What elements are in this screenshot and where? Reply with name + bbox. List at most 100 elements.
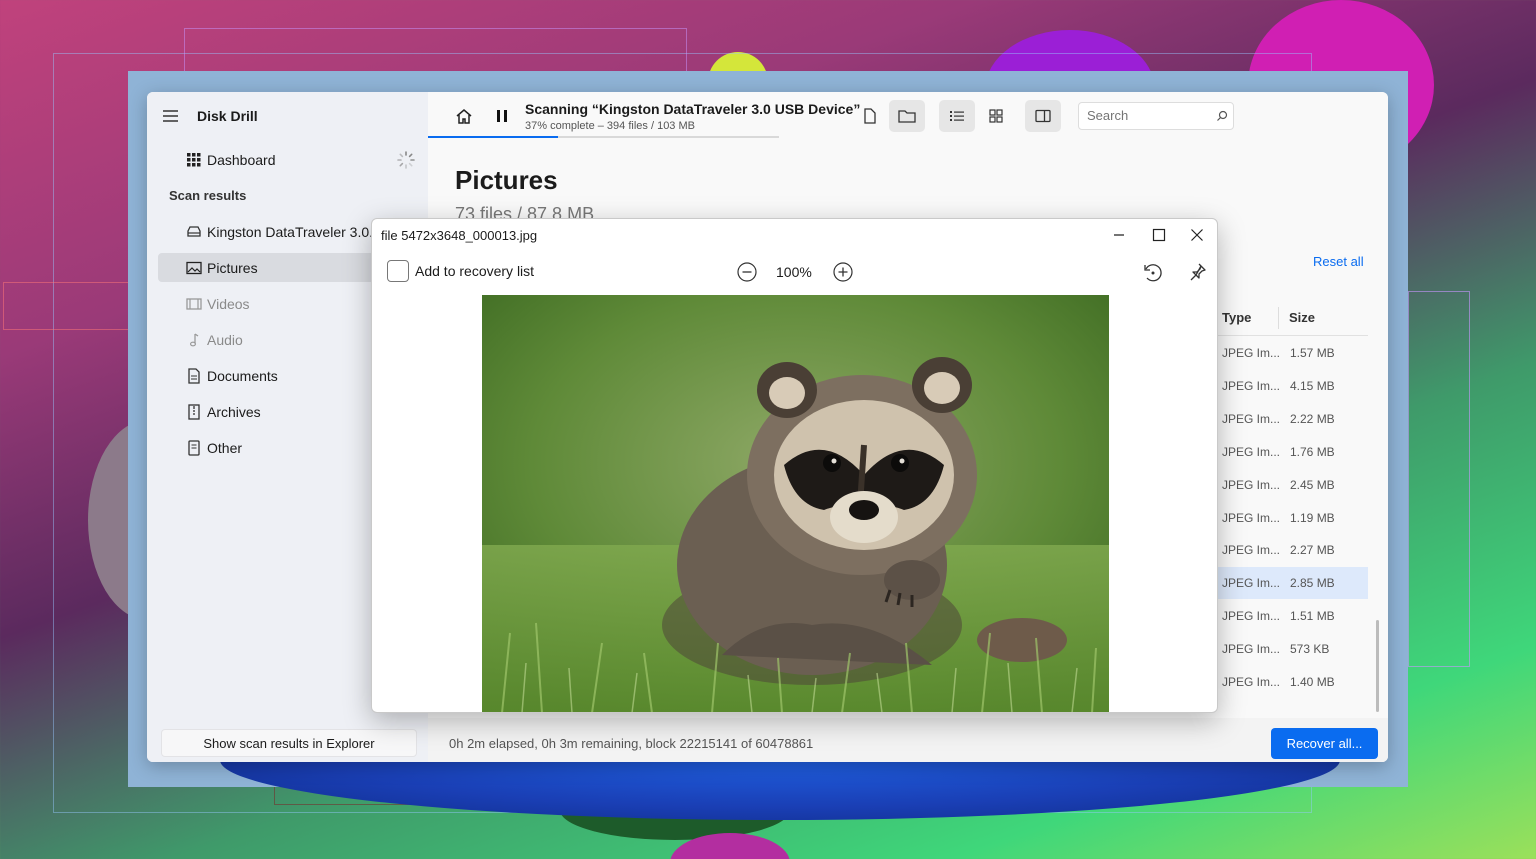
home-button[interactable] — [446, 100, 482, 132]
zoom-in-button[interactable] — [832, 261, 854, 283]
file-type-cell: JPEG Im... — [1222, 576, 1281, 591]
scan-results-heading: Scan results — [169, 188, 247, 203]
table-row[interactable]: JPEG Im... 1.76 MB — [1218, 436, 1368, 468]
grid-icon — [989, 109, 1003, 123]
recover-all-button[interactable]: Recover all... — [1271, 728, 1378, 759]
zoom-out-button[interactable] — [736, 261, 758, 283]
search-box[interactable] — [1078, 102, 1234, 130]
file-size-cell: 2.27 MB — [1290, 543, 1335, 558]
table-row[interactable]: JPEG Im... 573 KB — [1218, 633, 1368, 665]
table-row[interactable]: JPEG Im... 2.22 MB — [1218, 403, 1368, 435]
file-size-cell: 1.40 MB — [1290, 675, 1335, 689]
preview-window: file 5472x3648_000013.jpg Add to recover… — [371, 218, 1218, 713]
folder-icon — [898, 110, 916, 123]
app-title: Disk Drill — [197, 108, 258, 124]
loading-spinner-icon — [397, 151, 415, 169]
preview-maximize-button[interactable] — [1149, 225, 1169, 245]
file-size-cell: 4.15 MB — [1290, 378, 1335, 393]
file-type-cell: JPEG Im... — [1222, 411, 1281, 426]
pause-button[interactable] — [484, 100, 520, 132]
sidebar-item-label: Dashboard — [207, 151, 276, 168]
preview-window-title: file 5472x3648_000013.jpg — [381, 228, 538, 243]
scan-title: Scanning “Kingston DataTraveler 3.0 USB … — [525, 101, 861, 117]
folder-view-button[interactable] — [889, 100, 925, 132]
panel-icon — [1035, 109, 1051, 123]
file-size-cell: 573 KB — [1290, 642, 1330, 657]
file-type-cell: JPEG Im... — [1222, 543, 1281, 558]
sidebar-item-dashboard[interactable]: Dashboard — [158, 145, 428, 174]
file-icon — [185, 439, 203, 457]
film-icon — [185, 295, 203, 313]
preview-panel-button[interactable] — [1025, 100, 1061, 132]
background-line-frame-right — [1408, 291, 1470, 667]
table-row[interactable]: JPEG Im... 1.57 MB — [1218, 337, 1368, 369]
preview-close-button[interactable] — [1187, 225, 1207, 245]
rotate-icon — [1144, 264, 1162, 282]
file-icon — [864, 108, 876, 124]
column-divider — [1278, 306, 1279, 329]
add-to-recovery-checkbox[interactable] — [387, 260, 409, 282]
preview-minimize-button[interactable] — [1109, 225, 1129, 245]
sidebar-item-label: Documents — [207, 367, 278, 384]
file-view-button[interactable] — [852, 100, 888, 132]
pin-icon — [1190, 263, 1206, 281]
reset-all-link[interactable]: Reset all — [1313, 254, 1364, 269]
sidebar-item-label: Videos — [207, 295, 250, 312]
pause-icon — [497, 110, 507, 122]
scan-progress-track — [428, 136, 779, 138]
sidebar-item-label: Kingston DataTraveler 3.0... — [207, 223, 381, 240]
file-type-cell: JPEG Im... — [1222, 477, 1281, 492]
list-view-button[interactable] — [939, 100, 975, 132]
search-icon — [1217, 110, 1228, 121]
page-title: Pictures — [455, 165, 558, 195]
file-type-cell: JPEG Im... — [1222, 510, 1281, 525]
column-header-type[interactable]: Type — [1218, 310, 1278, 325]
file-size-cell: 2.45 MB — [1290, 477, 1335, 492]
zoom-out-icon — [737, 262, 757, 282]
rotate-button[interactable] — [1142, 261, 1164, 283]
table-row[interactable]: JPEG Im... 1.40 MB — [1218, 666, 1368, 698]
list-icon — [950, 111, 964, 121]
sidebar-item-label: Archives — [207, 403, 261, 420]
file-type-cell: JPEG Im... — [1222, 346, 1281, 360]
file-size-cell: 1.51 MB — [1290, 609, 1335, 624]
minimize-icon — [1114, 234, 1124, 236]
close-icon — [1191, 229, 1203, 241]
file-size-cell: 2.22 MB — [1290, 411, 1335, 426]
raccoon-photo-illustration — [482, 295, 1109, 712]
scan-status: 37% complete – 394 files / 103 MB — [525, 120, 695, 132]
file-type-cell: JPEG Im... — [1222, 675, 1281, 689]
table-row[interactable]: JPEG Im... 2.85 MB — [1218, 567, 1368, 600]
zoom-level: 100% — [776, 264, 812, 280]
scan-progress-fill — [428, 136, 558, 138]
status-text: 0h 2m elapsed, 0h 3m remaining, block 22… — [449, 736, 814, 751]
archive-icon — [185, 403, 203, 421]
grid-view-button[interactable] — [978, 100, 1014, 132]
table-row[interactable]: JPEG Im... 2.27 MB — [1218, 534, 1368, 566]
document-icon — [185, 367, 203, 385]
background-line-frame-left — [3, 282, 133, 330]
table-row[interactable]: JPEG Im... 1.51 MB — [1218, 600, 1368, 632]
add-to-recovery-label[interactable]: Add to recovery list — [415, 263, 534, 279]
zoom-in-icon — [833, 262, 853, 282]
file-type-cell: JPEG Im... — [1222, 642, 1281, 657]
sidebar-item-label: Other — [207, 439, 243, 456]
hamburger-menu-icon[interactable] — [161, 108, 181, 124]
table-row[interactable]: JPEG Im... 4.15 MB — [1218, 370, 1368, 402]
file-type-cell: JPEG Im... — [1222, 378, 1281, 393]
pin-button[interactable] — [1186, 261, 1208, 283]
image-icon — [185, 259, 203, 277]
file-size-cell: 1.19 MB — [1290, 510, 1335, 525]
show-in-explorer-label: Show scan results in Explorer — [203, 735, 375, 751]
sidebar-item-label: Pictures — [207, 259, 258, 276]
file-size-cell: 1.57 MB — [1290, 346, 1335, 360]
search-input[interactable] — [1087, 108, 1207, 123]
column-header-size[interactable]: Size — [1289, 310, 1315, 325]
show-in-explorer-button[interactable]: Show scan results in Explorer — [161, 729, 417, 757]
maximize-icon — [1152, 228, 1166, 242]
home-icon — [456, 109, 472, 124]
table-scrollbar[interactable] — [1376, 620, 1379, 712]
table-row[interactable]: JPEG Im... 1.19 MB — [1218, 502, 1368, 534]
table-row[interactable]: JPEG Im... 2.45 MB — [1218, 469, 1368, 501]
sidebar-item-label: Audio — [207, 331, 243, 348]
